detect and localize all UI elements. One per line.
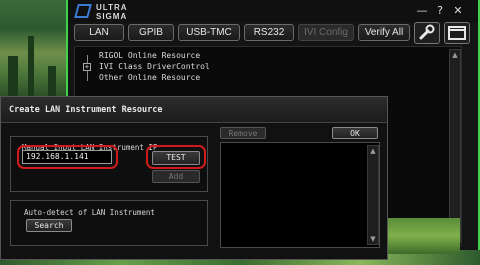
tree-expander-icon[interactable]: + [83,63,91,71]
help-button[interactable]: ? [432,3,448,19]
verify-all-button[interactable]: Verify All [358,24,410,41]
list-scroll-up-icon[interactable]: ▲ [368,146,378,156]
logo-text-line1: ULTRA [96,3,128,12]
dialog-title-bar: Create LAN Instrument Resource [1,97,387,123]
logo-text-line2: SIGMA [96,12,128,21]
logo-mark-icon [74,4,92,18]
highlight-ring-ip [17,145,118,169]
desktop-background-left [0,0,66,96]
tree-item-rigol-online[interactable]: RIGOL Online Resource [99,51,200,60]
ok-button[interactable]: OK [332,127,378,139]
ultra-sigma-logo: ULTRA SIGMA [74,2,146,22]
tools-button[interactable] [414,22,440,44]
wrench-icon [419,24,435,40]
list-scrollbar[interactable]: ▲ ▼ [367,145,379,245]
window-button[interactable] [444,22,470,44]
add-button[interactable]: Add [152,170,200,183]
tab-rs232[interactable]: RS232 [244,24,294,41]
auto-detect-label: Auto-detect of LAN Instrument [24,208,155,217]
resource-list[interactable]: ▲ ▼ [220,142,380,248]
tree-item-other-online[interactable]: Other Online Resource [99,73,200,82]
list-scroll-down-icon[interactable]: ▼ [368,234,378,244]
remove-button[interactable]: Remove [220,127,266,139]
search-button[interactable]: Search [26,219,72,232]
tree-item-ivi-class[interactable]: IVI Class DriverControl [99,62,210,71]
dialog-title: Create LAN Instrument Resource [9,105,163,115]
tab-lan[interactable]: LAN [74,24,124,41]
tab-ivi-config[interactable]: IVI Config [298,24,354,41]
minimize-button[interactable]: — [414,3,430,19]
desktop-background-right [386,218,460,254]
tree-scrollbar[interactable]: ▲ ▼ [449,49,461,243]
title-bar: ULTRA SIGMA — ? ✕ [68,0,478,22]
tab-usb-tmc[interactable]: USB-TMC [178,24,240,41]
window-icon [448,26,466,40]
highlight-ring-test [146,145,206,169]
scroll-up-icon[interactable]: ▲ [450,50,460,60]
tab-gpib[interactable]: GPIB [128,24,174,41]
close-button[interactable]: ✕ [450,3,466,19]
